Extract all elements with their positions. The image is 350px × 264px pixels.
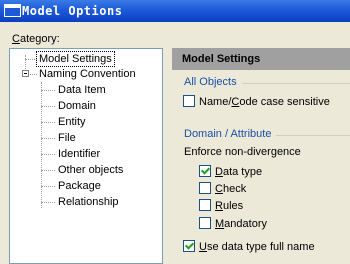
tree-item-domain[interactable]: Domain — [58, 99, 96, 113]
checkbox-box[interactable] — [199, 217, 211, 230]
group-divider — [242, 83, 350, 84]
check-checkbox[interactable]: Check — [199, 182, 246, 196]
section-header: Model Settings — [172, 48, 350, 70]
checkbox-box[interactable] — [199, 182, 211, 195]
tree-item-relationship[interactable]: Relationship — [58, 195, 119, 209]
tree-item-file[interactable]: File — [58, 131, 76, 145]
tree-item-naming-convention[interactable]: Naming Convention — [39, 67, 136, 81]
settings-pane: Model Settings All Objects Name/Code cas… — [172, 48, 350, 260]
tree-item-other-objects[interactable]: Other objects — [58, 163, 123, 177]
use-full-name-checkbox[interactable]: Use data type full name — [183, 240, 315, 254]
enforce-label: Enforce non-divergence — [184, 146, 301, 158]
tree-item-data-item[interactable]: Data Item — [58, 83, 106, 97]
category-tree[interactable]: Model Settings Naming Convention Data It… — [9, 48, 163, 264]
title-bar[interactable]: Model Options — [0, 0, 350, 22]
group-divider — [276, 135, 350, 136]
checkbox-box[interactable] — [199, 165, 211, 178]
tree-item-entity[interactable]: Entity — [58, 115, 86, 129]
window-icon — [4, 4, 21, 17]
data-type-checkbox[interactable]: Data type — [199, 165, 262, 179]
category-label: Category: — [12, 33, 60, 45]
tree-item-model-settings[interactable]: Model Settings — [36, 51, 115, 67]
group-title-all-objects: All Objects — [184, 76, 237, 88]
mandatory-checkbox[interactable]: Mandatory — [199, 217, 267, 231]
checkbox-box[interactable] — [183, 95, 195, 108]
window-title: Model Options — [22, 4, 123, 18]
checkbox-box[interactable] — [199, 199, 211, 212]
name-code-case-checkbox[interactable]: Name/Code case sensitive — [183, 95, 330, 109]
rules-checkbox[interactable]: Rules — [199, 199, 243, 213]
group-title-domain-attribute: Domain / Attribute — [184, 128, 272, 140]
tree-item-identifier[interactable]: Identifier — [58, 147, 100, 161]
checkbox-box[interactable] — [183, 240, 195, 253]
collapse-icon[interactable] — [22, 70, 29, 77]
tree-item-package[interactable]: Package — [58, 179, 101, 193]
